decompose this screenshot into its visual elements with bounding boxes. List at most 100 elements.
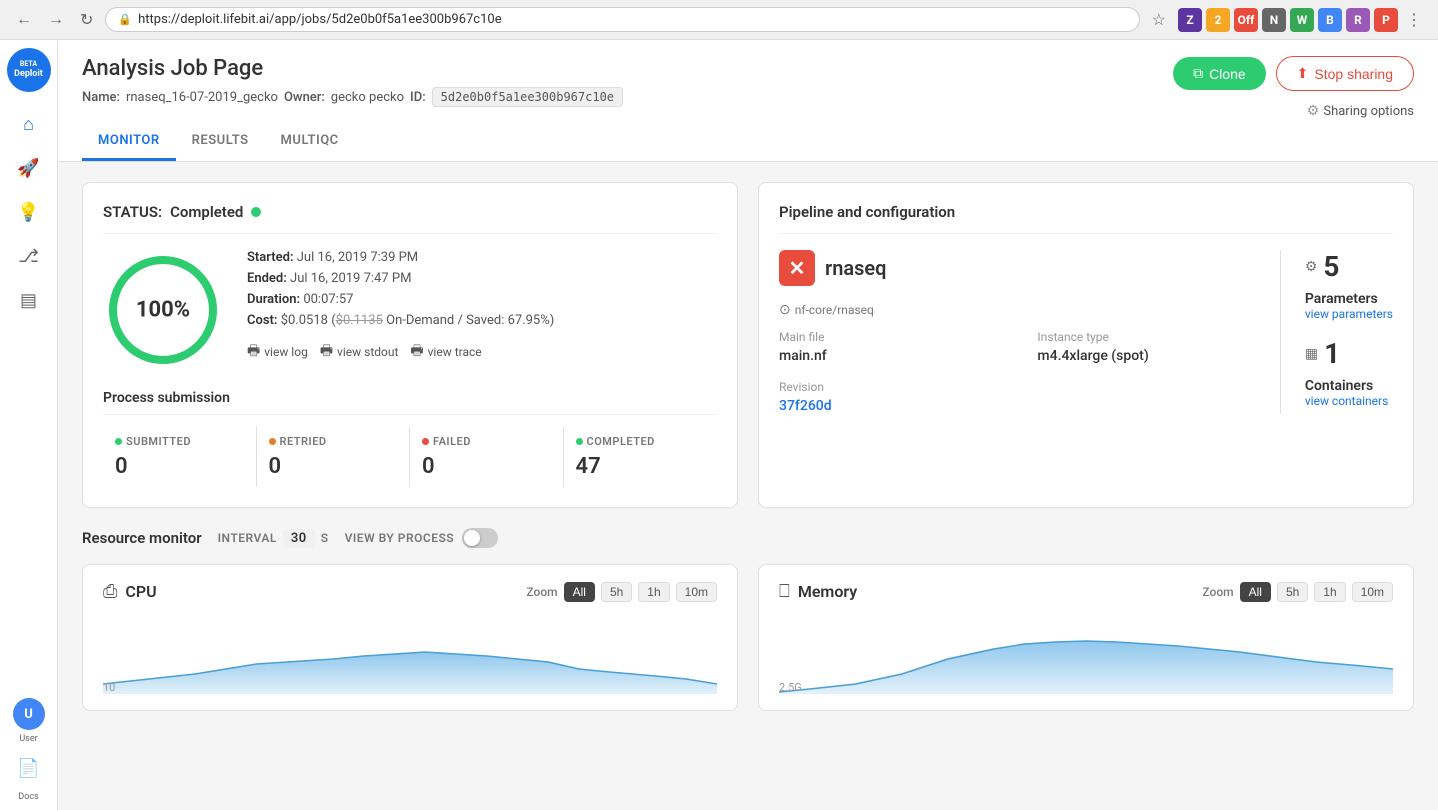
ext-r[interactable]: R <box>1346 8 1370 32</box>
status-dot <box>251 207 261 217</box>
main-file-field: Main file main.nf <box>779 330 1021 364</box>
cpu-y-label: 10 <box>103 681 115 694</box>
ext-w[interactable]: W <box>1290 8 1314 32</box>
retried-label: RETRIED <box>269 435 398 448</box>
duration-label: Duration: <box>247 292 300 307</box>
view-stdout-link[interactable]: 🖶 view stdout <box>320 340 399 364</box>
ext-p[interactable]: P <box>1374 8 1398 32</box>
view-trace-link[interactable]: 🖶 view trace <box>410 340 481 364</box>
memory-zoom-controls: Zoom All 5h 1h 10m <box>1202 582 1393 602</box>
id-label: ID: <box>410 90 426 105</box>
process-section: Process submission SUBMITTED 0 <box>103 390 717 487</box>
containers-section: ▦ 1 Containers view containers <box>1305 337 1393 408</box>
submitted-dot <box>115 438 122 445</box>
ext-2[interactable]: 2 <box>1206 8 1230 32</box>
status-details: Started: Jul 16, 2019 7:39 PM Ended: Jul… <box>247 250 717 364</box>
pipeline-left: ✕ rnaseq ⊙ nf-core/rnaseq Main file main… <box>779 250 1280 414</box>
sharing-options-label: Sharing options <box>1323 104 1414 119</box>
more-button[interactable]: ⋮ <box>1402 8 1426 32</box>
gear-icon: ⚙ <box>1307 103 1320 119</box>
sidebar-logo[interactable]: BETA Deploit <box>7 48 51 92</box>
cost-value: $0.0518 <box>281 313 328 328</box>
logo-text: BETA Deploit <box>14 60 43 79</box>
sidebar-item-docs[interactable]: 📄 <box>9 748 49 788</box>
ended-value: Jul 16, 2019 7:47 PM <box>290 271 411 286</box>
interval-label: INTERVAL <box>218 531 277 545</box>
cpu-zoom-1h[interactable]: 1h <box>638 582 669 602</box>
tab-results[interactable]: RESULTS <box>176 123 265 161</box>
view-log-label: view log <box>264 345 308 359</box>
trace-icon: 🖶 <box>410 340 423 364</box>
revision-link[interactable]: 37f260d <box>779 398 832 414</box>
sidebar-item-data[interactable]: ▤ <box>9 280 49 320</box>
sharing-options[interactable]: ⚙ Sharing options <box>1307 103 1414 119</box>
memory-zoom-5h[interactable]: 5h <box>1277 582 1308 602</box>
tab-multiqc[interactable]: MULTIQC <box>265 123 355 161</box>
status-header: STATUS: Completed <box>103 203 717 234</box>
owner-value: gecko pecko <box>331 90 404 105</box>
pipeline-right: ⚙ 5 Parameters view parameters ▦ 1 Cont <box>1280 250 1393 414</box>
id-badge[interactable]: 5d2e0b0f5a1ee300b967c10e <box>432 87 623 107</box>
retried-stat: RETRIED 0 <box>257 427 411 487</box>
parameters-count: 5 <box>1323 250 1339 283</box>
revision-field: Revision 37f260d <box>779 380 1021 414</box>
sidebar: BETA Deploit ⌂ 🚀 💡 ⎇ ▤ U User 📄 Docs <box>0 40 58 810</box>
lock-icon: 🔒 <box>118 13 132 26</box>
view-parameters-link[interactable]: view parameters <box>1305 307 1393 321</box>
view-containers-link[interactable]: view containers <box>1305 394 1393 408</box>
name-value: rnaseq_16-07-2019_gecko <box>126 90 278 105</box>
view-log-link[interactable]: 🖶 view log <box>247 340 308 364</box>
docs-icon: 📄 <box>17 758 39 779</box>
browser-bar: ← → ↻ 🔒 https://deploit.lifebit.ai/app/j… <box>0 0 1438 40</box>
completed-stat[interactable]: COMPLETED 47 <box>564 427 718 487</box>
view-by-process-control[interactable]: VIEW BY PROCESS <box>345 528 499 548</box>
cpu-zoom-10m[interactable]: 10m <box>676 582 717 602</box>
clone-button[interactable]: ⧉ Clone <box>1173 57 1266 90</box>
btn-row: ⧉ Clone ⬆ Stop sharing <box>1173 56 1414 91</box>
pipeline-logo-symbol: ✕ <box>789 256 806 280</box>
view-by-process-toggle[interactable] <box>462 528 498 548</box>
cpu-zoom-all[interactable]: All <box>564 582 595 602</box>
started-label: Started: <box>247 250 294 265</box>
refresh-button[interactable]: ↻ <box>76 8 97 32</box>
sidebar-item-insights[interactable]: 💡 <box>9 192 49 232</box>
memory-chart-card: ⎕ Memory Zoom All 5h 1h 10m 2.5G <box>758 564 1414 711</box>
back-button[interactable]: ← <box>12 9 36 31</box>
retried-value: 0 <box>269 454 398 479</box>
sidebar-item-workflow[interactable]: ⎇ <box>9 236 49 276</box>
retried-dot <box>269 438 276 445</box>
stop-sharing-button[interactable]: ⬆ Stop sharing <box>1276 56 1414 91</box>
sidebar-item-home[interactable]: ⌂ <box>9 104 49 144</box>
user-avatar[interactable]: U <box>13 698 45 730</box>
sidebar-item-pipelines[interactable]: 🚀 <box>9 148 49 188</box>
pipeline-card: Pipeline and configuration ✕ rnaseq ⊙ nf… <box>758 182 1414 508</box>
ext-z[interactable]: Z <box>1178 8 1202 32</box>
memory-zoom-all[interactable]: All <box>1240 582 1271 602</box>
ext-b[interactable]: B <box>1318 8 1342 32</box>
browser-extensions: Z 2 Off N W B R P ⋮ <box>1178 8 1426 32</box>
instance-type-field: Instance type m4.4xlarge (spot) <box>1037 330 1279 364</box>
status-body: 100% Started: Jul 16, 2019 7:39 PM Ended… <box>103 250 717 370</box>
memory-zoom-1h[interactable]: 1h <box>1314 582 1345 602</box>
memory-chart-header: ⎕ Memory Zoom All 5h 1h 10m <box>779 581 1393 602</box>
ext-off[interactable]: Off <box>1234 8 1258 32</box>
url-text: https://deploit.lifebit.ai/app/jobs/5d2e… <box>138 12 1127 27</box>
ext-n[interactable]: N <box>1262 8 1286 32</box>
memory-chart-title: Memory <box>798 582 857 601</box>
main-file-value: main.nf <box>779 348 1021 364</box>
header-actions: ⧉ Clone ⬆ Stop sharing ⚙ Sharing options <box>1173 56 1414 119</box>
memory-zoom-label: Zoom <box>1202 585 1233 599</box>
failed-value: 0 <box>422 454 551 479</box>
tab-monitor[interactable]: MONITOR <box>82 123 176 161</box>
main-file-label: Main file <box>779 330 1021 344</box>
progress-circle: 100% <box>103 250 223 370</box>
memory-icon: ⎕ <box>779 581 790 602</box>
forward-button[interactable]: → <box>44 9 68 31</box>
cpu-zoom-5h[interactable]: 5h <box>601 582 632 602</box>
bookmark-button[interactable]: ☆ <box>1148 8 1170 32</box>
stop-sharing-label: Stop sharing <box>1314 66 1393 82</box>
url-bar[interactable]: 🔒 https://deploit.lifebit.ai/app/jobs/5d… <box>105 7 1139 32</box>
rocket-icon: 🚀 <box>17 158 39 179</box>
pipeline-logo: ✕ <box>779 250 815 286</box>
memory-zoom-10m[interactable]: 10m <box>1352 582 1393 602</box>
